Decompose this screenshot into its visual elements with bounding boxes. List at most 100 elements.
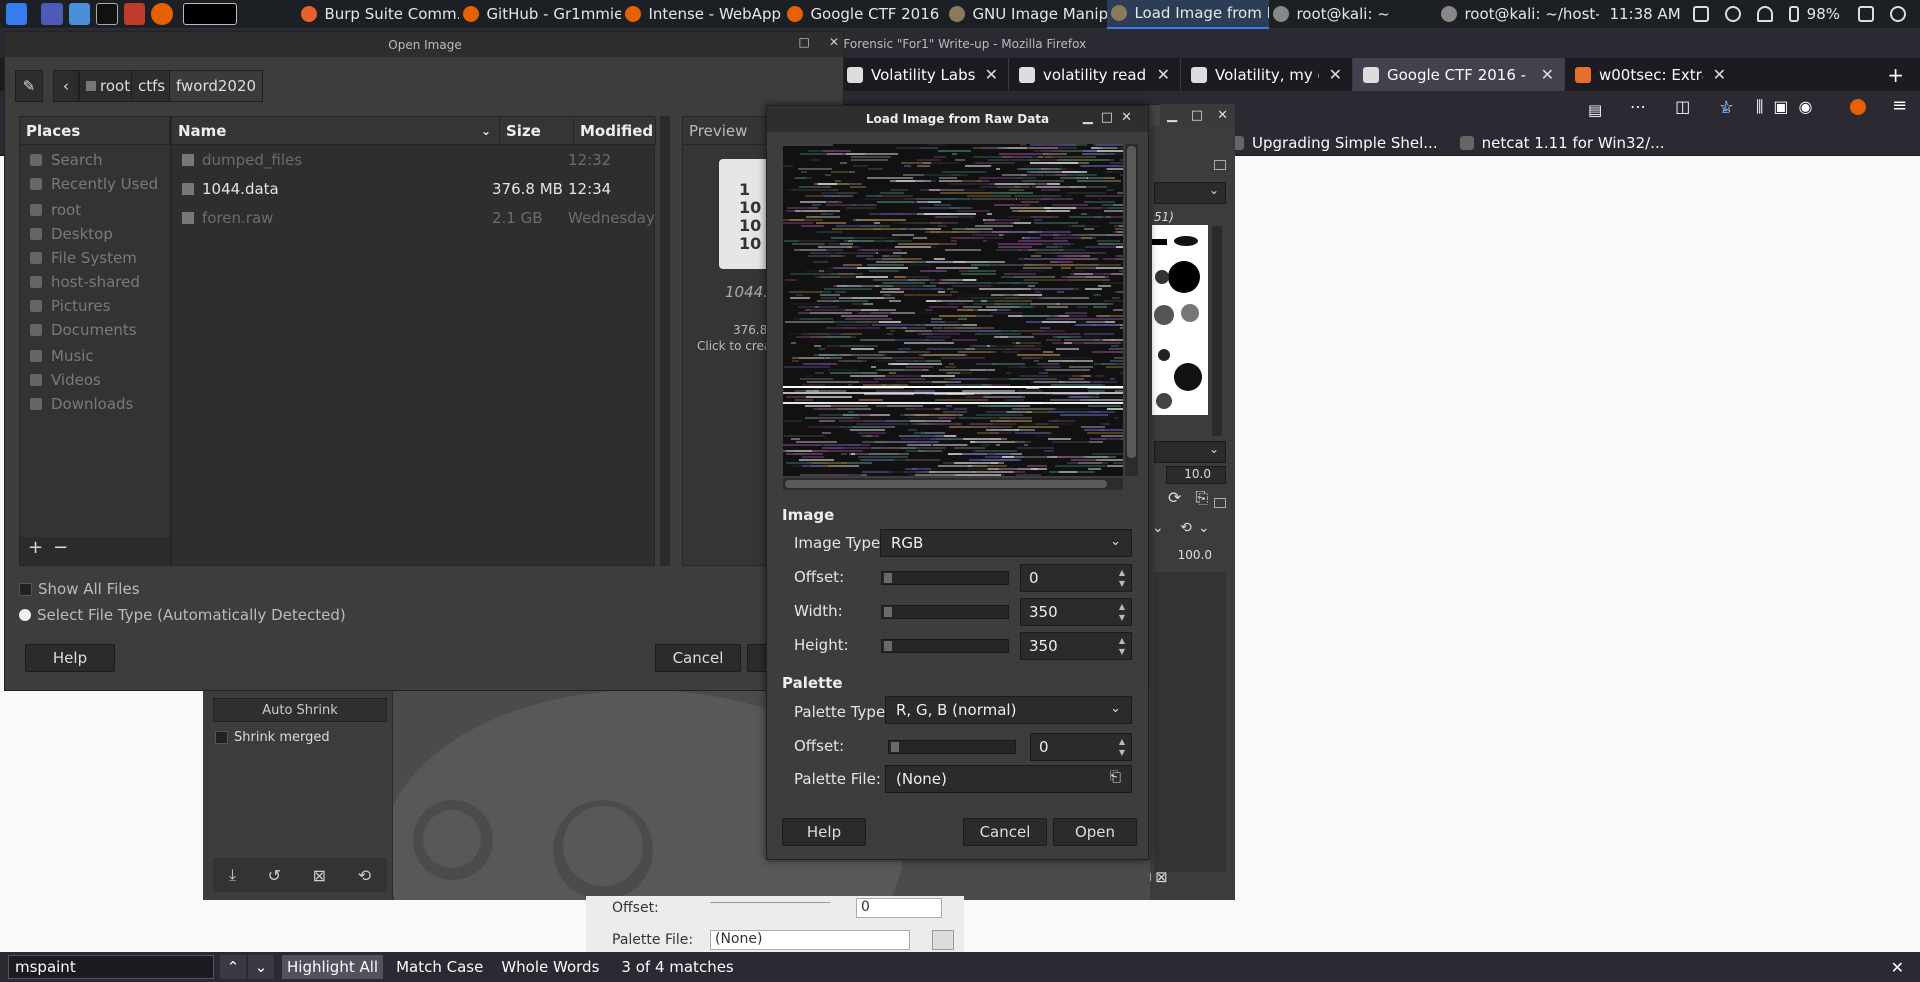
kali-menu-icon[interactable] [6,3,28,25]
palette-offset-spin[interactable]: 0 ▲ ▼ [1030,733,1132,761]
find-next-button[interactable]: ⌄ [248,955,274,979]
power-icon[interactable] [1890,6,1906,22]
maximize-icon[interactable]: □ [799,35,810,49]
clock[interactable]: 11:38 AM [1605,0,1684,29]
match-case-toggle[interactable]: Match Case [391,955,488,979]
places-item[interactable]: Desktop [30,225,113,243]
close-tab-icon[interactable]: ✕ [1713,65,1726,84]
close-icon[interactable]: ✕ [829,35,839,49]
places-item[interactable]: File System [30,249,137,267]
path-fword2020-button[interactable]: fword2020 [169,70,264,102]
workspace-switcher[interactable] [182,3,238,25]
width-slider[interactable] [881,605,1009,619]
highlight-all-toggle[interactable]: Highlight All [282,955,384,979]
spin-arrows-icon[interactable]: ▲ ▼ [1115,567,1129,589]
raw-open-button[interactable]: Open [1053,818,1137,846]
taskbar-task[interactable]: Load Image from R... [1107,0,1270,29]
width-spin[interactable]: 350 ▲ ▼ [1020,598,1132,626]
add-place-icon[interactable]: + [28,537,53,558]
file-row[interactable]: foren.raw 2.1 GB Wednesday [172,203,656,232]
brush-tag-combo[interactable]: ⌄ [1154,441,1226,463]
file-row[interactable]: dumped_files 12:32 [172,145,656,174]
offset-slider[interactable] [881,571,1009,585]
offset-spin[interactable]: 0 ▲ ▼ [1020,564,1132,592]
find-previous-button[interactable]: ⌃ [220,955,246,979]
close-icon[interactable]: ✕ [1121,110,1140,125]
shrink-merged-checkbox[interactable] [215,731,228,744]
places-item[interactable]: host-shared [30,273,140,291]
remove-place-icon[interactable]: − [53,537,78,558]
preview-vertical-scrollbar[interactable] [1125,144,1138,476]
height-spin[interactable]: 350 ▲ ▼ [1020,632,1132,660]
path-ctfs-button[interactable]: ctfs [131,70,173,102]
library-icon[interactable]: ⫼▣◉ [1756,97,1822,117]
menu-icon[interactable]: ≡ [1892,95,1907,116]
places-item[interactable]: Pictures [30,297,110,315]
opacity-spin[interactable]: 100.0 [1154,548,1226,566]
column-header-size[interactable]: Size [500,117,574,145]
auto-shrink-button[interactable]: Auto Shrink [213,698,387,722]
column-header-name[interactable]: Name ⌄ [172,117,500,145]
preview-horizontal-scrollbar[interactable] [783,478,1123,490]
dock-config-icon-2[interactable] [1214,498,1226,508]
places-item[interactable]: Search [30,151,103,169]
image-type-select[interactable]: RGB ⌄ [880,529,1132,557]
column-header-modified[interactable]: Modified [574,117,656,145]
type-location-button[interactable]: ✎ [15,70,43,102]
browser-tab[interactable]: volatility read process ✕ [1008,58,1180,91]
spin-arrows-icon[interactable]: ▲ ▼ [1115,736,1129,758]
browser-tab[interactable]: Google CTF 2016 - For ✕ [1352,58,1564,91]
taskbar-task[interactable]: Intense - WebApp ... [621,0,783,29]
find-input[interactable]: mspaint [8,955,214,979]
brush-scrollbar[interactable] [1212,226,1222,436]
spin-arrows-icon[interactable]: ▲ ▼ [1115,601,1129,623]
palette-type-select[interactable]: R, G, B (normal) ⌄ [885,696,1132,724]
maximize-icon[interactable]: □ [1191,108,1203,123]
palette-offset-slider[interactable] [888,740,1016,754]
volume-icon[interactable] [1724,6,1741,22]
open-cancel-button[interactable]: Cancel [655,644,741,672]
battery-icon[interactable] [1788,6,1799,22]
mode-combo[interactable]: ⌄ ⟲⌄ [1152,520,1228,544]
taskbar-task[interactable]: root@kali: ~ [1269,0,1437,29]
firefox-icon[interactable] [151,3,173,25]
scrollbar-thumb[interactable] [1127,146,1136,458]
workspace-icon[interactable] [41,3,63,25]
downloads-icon[interactable]: ⤓ [1722,97,1730,117]
fragment-palette-file-icon[interactable] [932,930,954,950]
places-item[interactable]: Music [30,347,94,365]
places-item[interactable]: Recently Used [30,175,158,193]
close-tab-icon[interactable]: ✕ [1157,65,1170,84]
bookmark-item[interactable]: netcat 1.11 for Win32/... [1459,134,1664,152]
slider-knob[interactable] [884,641,892,651]
places-item[interactable]: Downloads [30,395,133,413]
close-tab-icon[interactable]: ✕ [985,65,998,84]
show-all-files-option[interactable]: Show All Files [19,580,140,598]
close-tab-icon[interactable]: ✕ [1329,65,1342,84]
brush-filter-combo[interactable]: ⌄ [1154,182,1226,204]
fragment-palette-file-value[interactable]: (None) [710,930,910,950]
show-all-files-checkbox[interactable] [19,582,32,596]
slider-knob[interactable] [884,607,892,617]
file-manager-icon[interactable] [68,3,91,25]
shrink-merged-option[interactable]: Shrink merged [215,730,330,745]
spin-arrows-icon[interactable]: ▲ ▼ [1115,635,1129,657]
slider-knob[interactable] [891,742,899,752]
raw-help-button[interactable]: Help [782,818,866,846]
save-options-icon[interactable]: ⤓ [229,865,236,885]
slider-knob[interactable] [884,573,892,583]
browser-tab[interactable]: w00tsec: Extracting R ✕ [1564,58,1736,91]
places-item[interactable]: Documents [30,321,137,339]
spacing-spin[interactable]: 10.0 [1166,466,1226,484]
scrollbar-thumb[interactable] [785,480,1107,488]
terminal-icon[interactable] [96,3,118,25]
path-back-button[interactable]: ‹ [53,70,79,102]
delete-options-icon[interactable]: ⊠ [313,866,326,885]
raw-cancel-button[interactable]: Cancel [963,818,1047,846]
height-slider[interactable] [881,639,1009,653]
taskbar-task[interactable]: Google CTF 2016 ... [783,0,945,29]
app-launcher-icon[interactable] [123,3,146,25]
places-item[interactable]: root [30,201,81,219]
places-item[interactable]: Videos [30,371,101,389]
taskbar-task[interactable]: root@kali: ~/host-... [1437,0,1599,29]
